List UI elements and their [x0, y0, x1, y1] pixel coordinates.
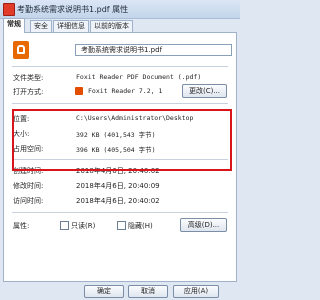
- pdf-file-icon: [13, 41, 29, 59]
- filename-input[interactable]: 考勤系统需求说明书1.pdf: [75, 44, 232, 56]
- open-with-value: Foxit Reader 7.2, 1: [88, 87, 163, 95]
- file-type-label: 文件类型:: [13, 74, 44, 82]
- ok-button[interactable]: 确定: [84, 285, 124, 298]
- tab-security[interactable]: 安全: [30, 20, 52, 32]
- divider: [12, 103, 228, 104]
- divider: [12, 66, 228, 67]
- tab-strip: 常规 安全 详细信息 以前的版本: [3, 18, 239, 33]
- cancel-button[interactable]: 取消: [128, 285, 168, 298]
- advanced-button[interactable]: 高级(D)...: [180, 218, 227, 232]
- modified-value: 2018年4月6日, 20:40:09: [76, 182, 160, 190]
- apply-button[interactable]: 应用(A): [173, 285, 219, 298]
- open-with-label: 打开方式:: [13, 88, 44, 96]
- hidden-label[interactable]: 隐藏(H): [128, 221, 153, 231]
- tab-general[interactable]: 常规: [3, 18, 25, 33]
- accessed-value: 2018年4月6日, 20:40:02: [76, 197, 160, 205]
- pdf-file-icon: [3, 3, 15, 16]
- attributes-label: 属性:: [13, 222, 30, 230]
- readonly-checkbox[interactable]: [60, 221, 69, 230]
- readonly-label[interactable]: 只读(R): [71, 221, 95, 231]
- foxit-reader-icon: [75, 87, 83, 95]
- file-type-value: Foxit Reader PDF Document (.pdf): [76, 73, 202, 81]
- tab-details[interactable]: 详细信息: [53, 20, 89, 32]
- hidden-checkbox[interactable]: [117, 221, 126, 230]
- divider: [12, 212, 228, 213]
- change-button[interactable]: 更改(C)...: [182, 84, 227, 98]
- tab-previous-versions[interactable]: 以前的版本: [90, 20, 133, 32]
- modified-label: 修改时间:: [13, 182, 44, 190]
- accessed-label: 访问时间:: [13, 197, 44, 205]
- title-bar: 考勤系统需求说明书1.pdf 属性: [0, 0, 240, 19]
- window-title: 考勤系统需求说明书1.pdf 属性: [17, 5, 129, 14]
- highlight-box: [12, 109, 232, 171]
